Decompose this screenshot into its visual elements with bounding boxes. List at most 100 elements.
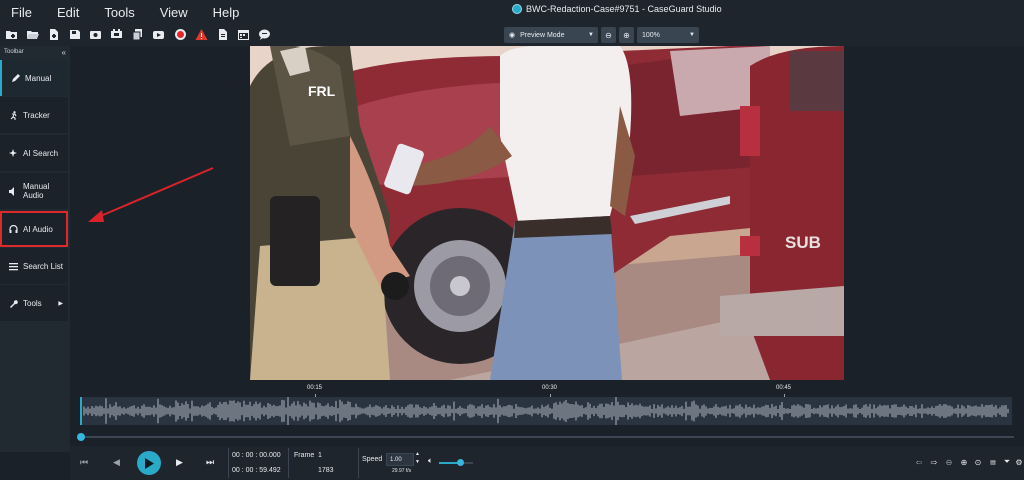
step-forward-icon: ▶ <box>176 457 183 467</box>
import-media-icon[interactable] <box>89 28 102 41</box>
step-forward-button[interactable]: ▶ <box>176 457 183 468</box>
zoom-level-select[interactable]: 100% ▼ <box>637 27 699 43</box>
zoom-level-value: 100% <box>642 31 660 39</box>
step-back-icon: ◀ <box>113 457 120 467</box>
speed-input[interactable]: 1.00 <box>386 453 414 466</box>
sidebar-item-label: Tracker <box>23 110 50 120</box>
copy-icon[interactable] <box>131 28 144 41</box>
timeline-mark: 00:15 <box>307 385 323 391</box>
sidebar-item-label: Search List <box>23 261 64 271</box>
headset-icon <box>8 224 18 234</box>
speed-value: 1.00 <box>390 456 402 463</box>
zoom-out-button[interactable]: ⊖ <box>601 27 616 43</box>
timeline-scrubber[interactable] <box>78 436 1014 438</box>
pan-right-icon[interactable]: ⇨ <box>929 457 939 467</box>
total-duration: 00 : 00 : 59.492 <box>232 467 281 474</box>
video-settings-icon[interactable] <box>110 28 123 41</box>
speed-up-button[interactable]: ▲ <box>415 451 420 457</box>
zoom-out-icon[interactable]: ⊖ <box>944 457 954 467</box>
volume-button[interactable]: 🔈︎ <box>428 456 433 466</box>
calendar-icon[interactable] <box>237 28 250 41</box>
sidebar-item-label: AI Audio <box>23 224 53 234</box>
menu-tools[interactable]: Tools <box>104 5 134 20</box>
video-preview[interactable]: SUB FRL <box>250 46 844 380</box>
preview-controls: ◉ Preview Mode ▼ ⊖ ⊕ 100% ▼ <box>504 27 699 43</box>
menu-file[interactable]: File <box>11 5 32 20</box>
document-icon[interactable] <box>216 28 229 41</box>
speaker-icon <box>8 186 18 196</box>
play-icon <box>145 457 154 469</box>
chevron-down-icon: ▼ <box>588 32 594 38</box>
preview-mode-select[interactable]: ◉ Preview Mode ▼ <box>504 27 598 43</box>
play-button[interactable] <box>137 451 161 475</box>
pan-left-icon[interactable]: ⇦ <box>914 457 924 467</box>
open-folder-icon[interactable] <box>26 28 39 41</box>
sidebar-item-ai-search[interactable]: AI Search <box>0 135 68 171</box>
zoom-in-button[interactable]: ⊕ <box>619 27 634 43</box>
ai-sparkle-icon <box>8 148 18 158</box>
divider <box>288 448 289 478</box>
zoom-in-icon: ⊕ <box>623 30 630 40</box>
zoom-in-icon[interactable]: ⊕ <box>959 457 969 467</box>
app-logo-icon <box>512 4 522 14</box>
skip-to-start-button[interactable]: ⏮ <box>80 457 88 468</box>
new-project-icon[interactable] <box>5 28 18 41</box>
menu-help[interactable]: Help <box>213 5 240 20</box>
new-file-icon[interactable] <box>47 28 60 41</box>
speed-label: Speed <box>362 456 383 463</box>
step-back-button[interactable]: ◀ <box>113 457 120 468</box>
volume-handle[interactable] <box>457 459 465 466</box>
volume-slider[interactable] <box>439 459 473 466</box>
youtube-icon[interactable] <box>152 28 165 41</box>
volume-icon: 🔈︎ <box>428 456 433 465</box>
annotation-arrow <box>88 167 214 222</box>
toggle-tracks-icon[interactable]: ▤ <box>988 457 998 467</box>
sidebar-item-label: Manual Audio <box>23 182 50 200</box>
skip-to-end-button[interactable]: ⏭ <box>206 457 214 468</box>
sidebar-item-tracker[interactable]: Tracker <box>0 97 68 133</box>
sidebar-item-tools[interactable]: Tools ▶ <box>0 285 68 321</box>
collapse-icon[interactable]: « <box>62 48 66 57</box>
timeline[interactable]: 00:15 00:30 00:45 <box>70 382 1024 446</box>
chevron-right-icon: ▶ <box>58 300 63 307</box>
settings-icon[interactable]: ⚙ <box>1014 457 1024 467</box>
current-time: 00 : 00 : 00.000 <box>232 452 281 459</box>
wrench-icon <box>8 298 18 308</box>
eye-icon: ◉ <box>509 32 516 39</box>
window-title: BWC-Redaction-Case#9751 - CaseGuard Stud… <box>512 4 722 14</box>
audio-waveform-track[interactable] <box>80 395 1012 427</box>
divider <box>228 448 229 478</box>
sidebar-item-label: AI Search <box>23 148 59 158</box>
warning-icon[interactable] <box>195 28 208 41</box>
sidebar-item-search-list[interactable]: Search List <box>0 248 68 284</box>
timeline-mark: 00:30 <box>542 385 558 391</box>
frame-rate: 29.97 f/s <box>392 468 412 474</box>
menu-edit[interactable]: Edit <box>57 5 79 20</box>
running-person-icon <box>8 110 18 120</box>
speed-down-button[interactable]: ▼ <box>415 459 420 465</box>
pencil-icon <box>10 73 20 83</box>
frame-current: 1 <box>318 452 322 459</box>
playhead-handle[interactable] <box>77 433 85 441</box>
zoom-fit-icon[interactable]: ⊙ <box>973 457 983 467</box>
sidebar-item-manual[interactable]: Manual <box>0 60 68 96</box>
divider <box>358 448 359 478</box>
skip-end-icon: ⏭ <box>206 457 215 467</box>
window-title-text: BWC-Redaction-Case#9751 - CaseGuard Stud… <box>526 4 722 14</box>
sidebar-item-manual-audio[interactable]: Manual Audio <box>0 173 68 209</box>
save-icon[interactable] <box>68 28 81 41</box>
filter-icon[interactable]: ⏷ <box>1002 457 1012 467</box>
timeline-mark: 00:45 <box>776 385 792 391</box>
sidebar-item-label: Manual <box>25 73 52 83</box>
record-icon[interactable] <box>174 28 187 41</box>
sidebar-title: Toolbar <box>4 49 24 55</box>
menu-view[interactable]: View <box>160 5 188 20</box>
preview-mode-label: Preview Mode <box>520 31 565 39</box>
comment-icon[interactable] <box>258 28 271 41</box>
skip-start-icon: ⏮ <box>80 457 89 467</box>
list-icon <box>8 261 18 271</box>
sidebar-item-label: Tools <box>23 298 42 308</box>
sidebar-header: Toolbar « <box>0 46 70 58</box>
video-frame-image: SUB FRL <box>250 46 844 380</box>
sidebar-item-ai-audio[interactable]: AI Audio <box>0 211 68 247</box>
